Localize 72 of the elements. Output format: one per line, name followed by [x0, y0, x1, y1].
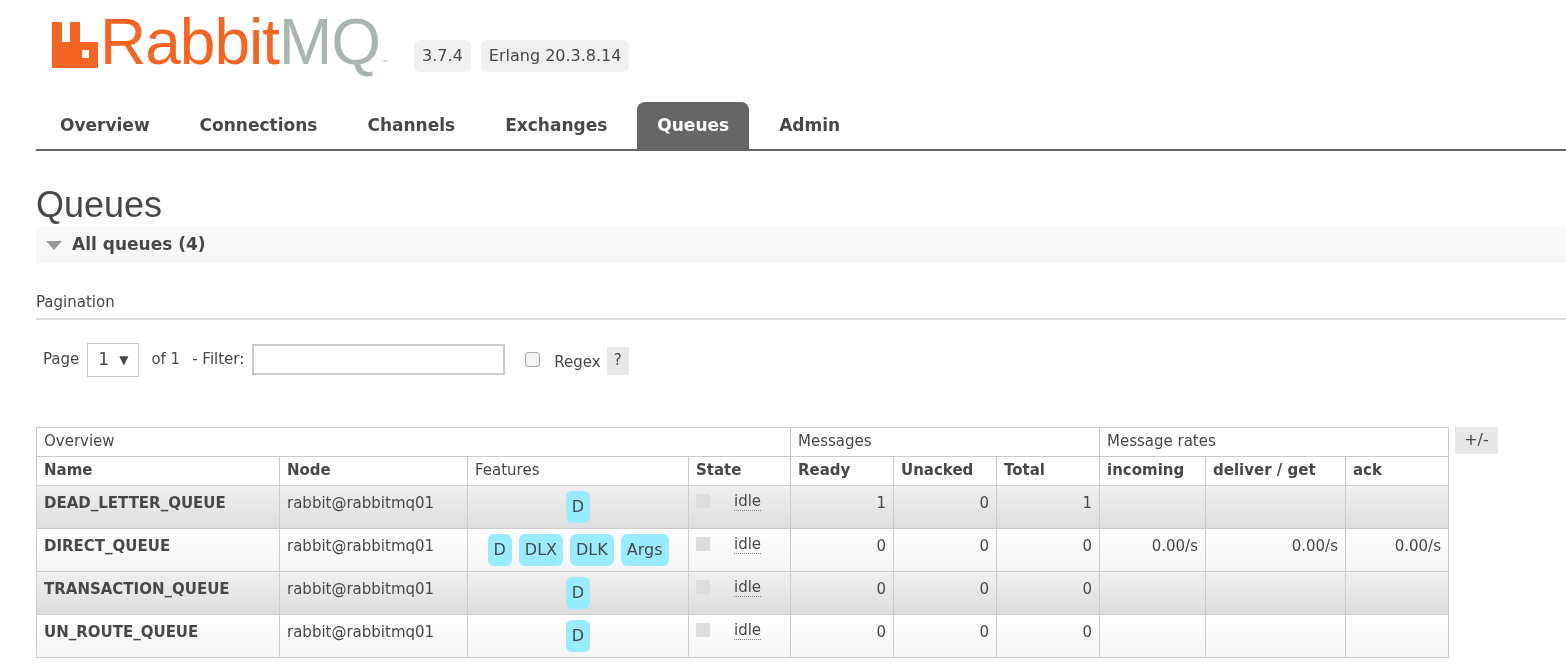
- column-group-header: Message rates: [1099, 427, 1449, 456]
- queue-name[interactable]: TRANSACTION_QUEUE: [36, 571, 280, 614]
- column-header: Ready: [790, 456, 894, 485]
- section-header[interactable]: All queues (4): [36, 227, 1566, 263]
- column-header: deliver / get: [1205, 456, 1346, 485]
- trademark: ™: [382, 58, 391, 70]
- table-cell: 0: [893, 614, 997, 657]
- nav-tab[interactable]: Queues: [637, 102, 750, 149]
- column-header: Node: [279, 456, 468, 485]
- column-header: Total: [996, 456, 1100, 485]
- logo-text: Rabbit: [100, 10, 279, 74]
- status-square-icon: [696, 536, 710, 551]
- state-label: idle: [734, 491, 762, 511]
- logo-icon: [52, 22, 100, 68]
- queue-name[interactable]: DEAD_LETTER_QUEUE: [36, 485, 280, 528]
- state-label: idle: [734, 577, 762, 597]
- table-cell: 1: [790, 485, 894, 528]
- regex-checkbox[interactable]: [525, 352, 541, 367]
- column-group-header: Overview: [36, 427, 791, 456]
- section-title: Pagination: [36, 291, 1566, 320]
- page-count-label: of 1: [151, 349, 181, 371]
- nav-tab[interactable]: Admin: [759, 102, 861, 149]
- table-cell: 0: [893, 528, 997, 571]
- nav-tab[interactable]: Connections: [179, 102, 338, 149]
- regex-label: Regex: [554, 352, 601, 374]
- column-header: incoming: [1099, 456, 1206, 485]
- feature-badge: Args: [620, 533, 669, 566]
- filter-label: - Filter:: [192, 349, 245, 371]
- page-label: Page: [43, 349, 80, 371]
- feature-badge: D: [487, 533, 512, 566]
- table-cell: 0.00/s: [1099, 528, 1206, 571]
- table-cell: 0: [790, 614, 894, 657]
- feature-badge: D: [565, 619, 591, 652]
- feature-badge: D: [565, 576, 591, 609]
- column-header: ack: [1345, 456, 1449, 485]
- table-cell: 0: [996, 571, 1100, 614]
- nav-tab[interactable]: Exchanges: [485, 102, 628, 149]
- column-group-header: Messages: [790, 427, 1100, 456]
- column-header: Name: [36, 456, 280, 485]
- feature-badge: DLX: [518, 533, 564, 566]
- table-cell: 0: [893, 485, 997, 528]
- table-cell: 1: [996, 485, 1100, 528]
- table-cell: 0.00/s: [1345, 528, 1449, 571]
- nav-tab[interactable]: Channels: [347, 102, 476, 149]
- state-label: idle: [734, 620, 762, 640]
- filter-field[interactable]: [252, 344, 506, 375]
- column-header: Features: [467, 456, 689, 485]
- columns-toggle-button[interactable]: +/-: [1455, 426, 1498, 454]
- queue-name[interactable]: UN_ROUTE_QUEUE: [36, 614, 280, 657]
- table-cell: 0: [790, 571, 894, 614]
- help-button[interactable]: ?: [606, 346, 629, 375]
- queue-name[interactable]: DIRECT_QUEUE: [36, 528, 280, 571]
- page-select[interactable]: 1 ▼: [87, 342, 140, 377]
- state-label: idle: [734, 534, 762, 554]
- table-cell: 0.00/s: [1205, 528, 1346, 571]
- table-cell: 0: [790, 528, 894, 571]
- table-cell: rabbit@rabbitmq01: [279, 485, 468, 528]
- version-badge: 3.7.4: [414, 40, 471, 72]
- nav-tab[interactable]: Overview: [40, 102, 170, 149]
- feature-badge: D: [565, 490, 591, 523]
- table-cell: rabbit@rabbitmq01: [279, 614, 468, 657]
- column-header: Unacked: [893, 456, 997, 485]
- status-square-icon: [696, 622, 710, 637]
- table-cell: 0: [996, 614, 1100, 657]
- feature-badge: DLK: [570, 533, 614, 566]
- table-cell: rabbit@rabbitmq01: [279, 571, 468, 614]
- table-cell: 0: [996, 528, 1100, 571]
- table-cell: rabbit@rabbitmq01: [279, 528, 468, 571]
- table-cell: 0: [893, 571, 997, 614]
- version-badge: Erlang 20.3.8.14: [480, 40, 630, 72]
- column-header: State: [688, 456, 791, 485]
- page-title: Queues: [36, 185, 164, 225]
